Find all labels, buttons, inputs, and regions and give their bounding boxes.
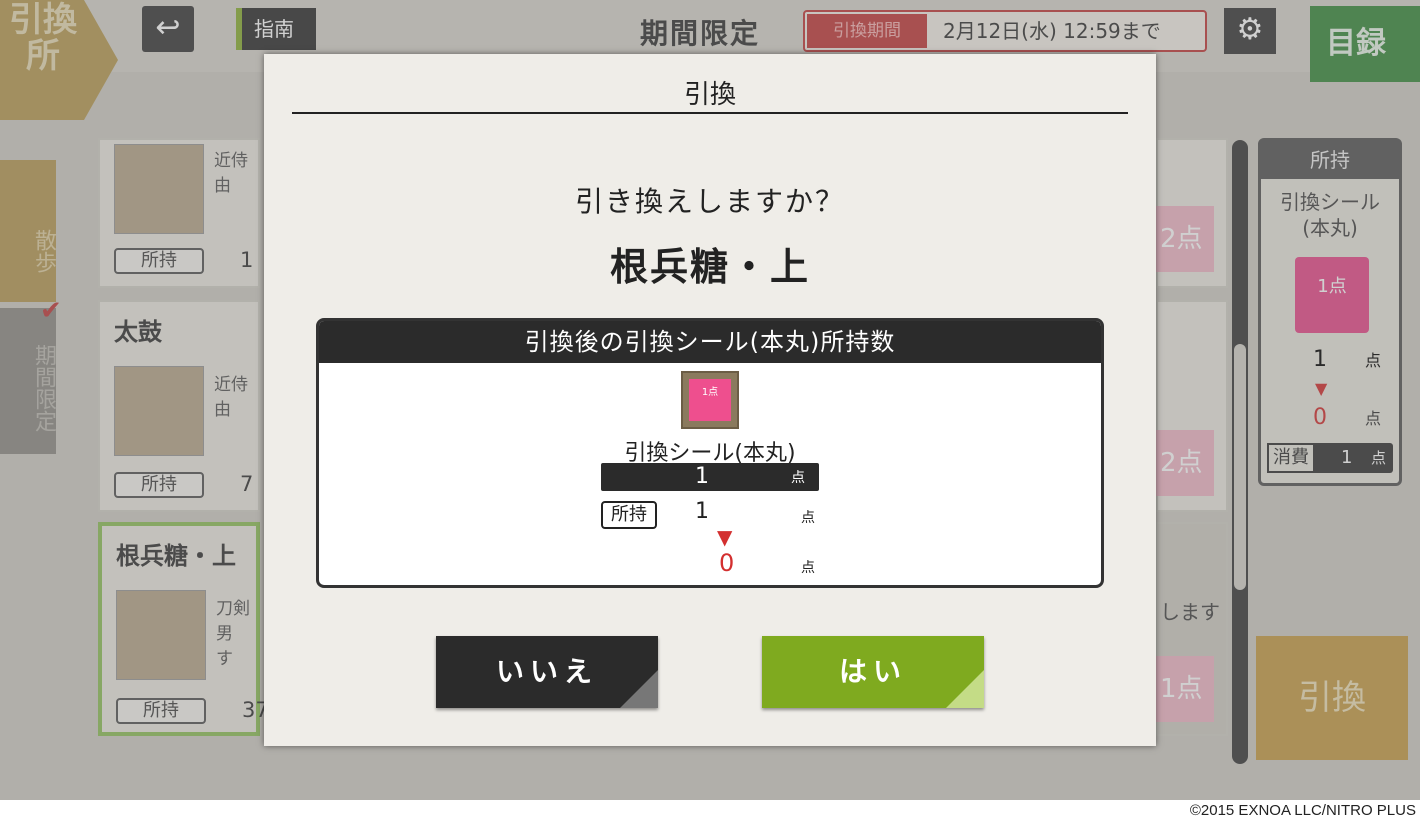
no-button[interactable]: いいえ bbox=[436, 636, 658, 708]
cost-value: 1 bbox=[695, 464, 709, 489]
cost-unit: 点 bbox=[791, 470, 805, 486]
dialog-item-name: 根兵糖・上 bbox=[609, 245, 810, 289]
own-before: 1 bbox=[695, 499, 709, 524]
cost-bar: 1 点 bbox=[601, 463, 819, 491]
corner-decoration bbox=[946, 670, 984, 708]
copyright: ©2015 EXNOA LLC/NITRO PLUS bbox=[1189, 802, 1416, 819]
no-button-label: いいえ bbox=[495, 655, 598, 688]
yes-button-label: はい bbox=[838, 655, 907, 688]
game-screen: 引換所 ↩ 指南 期間限定 引換期間 2月12日(水) 12:59まで ⚙ 目録… bbox=[0, 0, 1420, 800]
seal-icon-label: 1点 bbox=[689, 379, 731, 421]
own-after-unit: 点 bbox=[801, 560, 815, 576]
dialog-question: 引き換えしますか？ bbox=[574, 185, 845, 218]
own-after: 0 bbox=[719, 549, 735, 577]
down-arrow-icon: ▼ bbox=[717, 525, 733, 549]
dialog-title: 引換 bbox=[683, 80, 736, 110]
own-tag: 所持 bbox=[601, 501, 657, 529]
divider bbox=[292, 112, 1128, 114]
exchange-confirm-dialog: 引換 引き換えしますか？ 根兵糖・上 引換後の引換シール(本丸)所持数 1点 引… bbox=[264, 54, 1156, 746]
corner-decoration bbox=[620, 670, 658, 708]
after-exchange-info: 引換後の引換シール(本丸)所持数 1点 引換シール(本丸) 1 点 所持 1 点… bbox=[316, 318, 1104, 588]
yes-button[interactable]: はい bbox=[762, 636, 984, 708]
seal-icon: 1点 bbox=[681, 371, 739, 429]
info-header: 引換後の引換シール(本丸)所持数 bbox=[319, 321, 1101, 363]
own-before-unit: 点 bbox=[801, 510, 815, 526]
